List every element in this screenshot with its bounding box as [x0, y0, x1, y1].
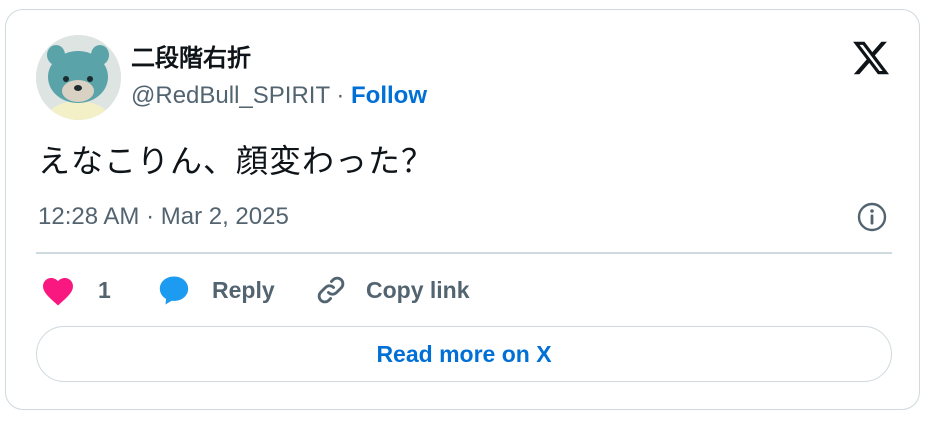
reply-label: Reply [212, 276, 275, 303]
read-more-button[interactable]: Read more on X [36, 326, 892, 382]
link-icon [317, 276, 345, 304]
avatar[interactable] [36, 35, 121, 120]
author-handle[interactable]: @RedBull_SPIRIT [131, 82, 330, 109]
reply-button[interactable]: Reply [156, 272, 275, 308]
avatar-image-icon [36, 35, 121, 120]
x-logo-icon[interactable] [851, 38, 891, 78]
like-count: 1 [98, 276, 111, 303]
heart-icon [43, 278, 73, 306]
copy-link-button[interactable]: Copy link [314, 272, 470, 308]
divider [36, 252, 892, 254]
copy-link-label: Copy link [366, 276, 470, 303]
author-handle-row: @RedBull_SPIRIT · Follow [131, 82, 427, 110]
tweet-text: えなこりん、顔変わった？ [38, 143, 435, 179]
like-button[interactable]: 1 [40, 272, 111, 308]
tweet-timestamp[interactable]: 12:28 AM · Mar 2, 2025 [38, 203, 289, 231]
author-display-name[interactable]: 二段階右折 [131, 38, 251, 73]
tweet-card: 二段階右折 @RedBull_SPIRIT · Follow えなこりん、顔変わ… [5, 9, 920, 410]
reply-bubble-icon [159, 276, 189, 305]
separator-dot: · [336, 82, 345, 109]
read-more-label: Read more on X [376, 340, 552, 367]
follow-link[interactable]: Follow [351, 82, 427, 109]
info-icon[interactable] [856, 201, 888, 233]
